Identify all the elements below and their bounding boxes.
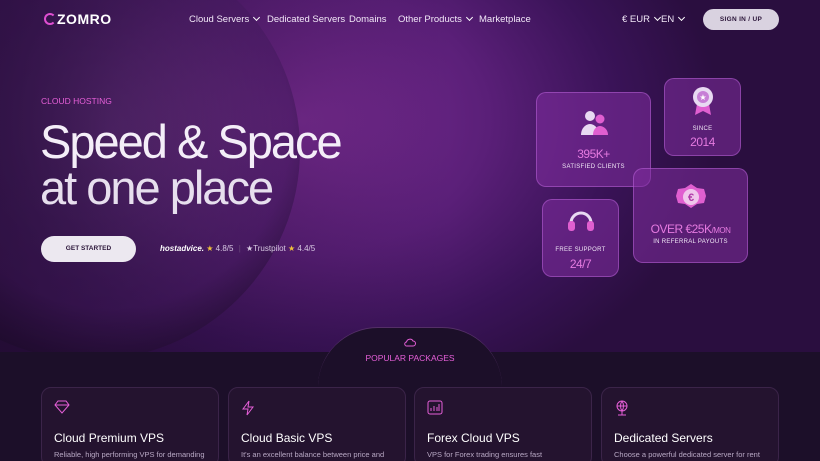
lightning-icon <box>242 400 254 416</box>
divider: | <box>238 244 241 253</box>
package-title: Forex Cloud VPS <box>427 431 520 445</box>
hero-eyebrow: CLOUD HOSTING <box>41 96 112 106</box>
chevron-down-icon <box>678 13 686 22</box>
headset-icon <box>567 211 594 231</box>
euro-badge-icon: € <box>675 184 706 208</box>
star-icon: ★ <box>206 244 214 253</box>
chevron-down-icon <box>653 13 662 22</box>
cloud-icon <box>404 338 416 347</box>
package-description: VPS for Forex trading ensures fast <box>427 450 543 459</box>
diamond-icon <box>54 400 70 414</box>
sign-in-button[interactable]: SIGN IN / UP <box>703 9 779 30</box>
package-description: Reliable, high performing VPS for demand… <box>54 450 205 459</box>
svg-text:★: ★ <box>699 93 706 102</box>
nav-dedicated-servers[interactable]: Dedicated Servers <box>267 14 345 25</box>
stat-card-support: FREE SUPPORT 24/7 <box>542 199 619 277</box>
svg-text:€: € <box>687 192 693 204</box>
chevron-down-icon <box>465 13 473 22</box>
package-card-dedicated[interactable]: Dedicated Servers Choose a powerful dedi… <box>601 387 779 461</box>
chevron-down-icon <box>253 13 261 22</box>
currency-selector[interactable]: € EUR <box>622 13 662 25</box>
package-description: It's an excellent balance between price … <box>241 450 385 459</box>
popular-packages-heading: POPULAR PACKAGES <box>365 353 455 363</box>
hostadvice-logo: hostadvice. <box>160 244 205 253</box>
logo[interactable]: ZOMRO <box>44 11 112 27</box>
package-card-cloud-basic[interactable]: Cloud Basic VPS It's an excellent balanc… <box>228 387 406 461</box>
nav-cloud-servers[interactable]: Cloud Servers <box>189 13 261 25</box>
ratings: hostadvice. ★ 4.8/5 | ★Trustpilot ★ 4.4/… <box>160 244 316 253</box>
users-icon <box>580 111 608 135</box>
package-card-forex[interactable]: Forex Cloud VPS VPS for Forex trading en… <box>414 387 592 461</box>
nav-domains[interactable]: Domains <box>349 14 387 25</box>
chart-icon <box>427 400 443 415</box>
stat-card-payouts: € OVER €25K/MON IN REFERRAL PAYOUTS <box>633 168 748 263</box>
stat-card-since: ★ SINCE 2014 <box>664 78 741 156</box>
award-icon: ★ <box>692 87 713 115</box>
star-icon: ★ <box>288 244 296 253</box>
hero-title-line2: at one place <box>40 161 274 214</box>
package-title: Cloud Basic VPS <box>241 431 333 445</box>
package-title: Dedicated Servers <box>614 431 713 445</box>
language-selector[interactable]: EN <box>661 13 686 25</box>
globe-icon <box>616 400 628 416</box>
logo-icon <box>44 13 56 25</box>
nav-other-products[interactable]: Other Products <box>398 13 473 25</box>
package-card-cloud-premium[interactable]: Cloud Premium VPS Reliable, high perform… <box>41 387 219 461</box>
trustpilot-logo: Trustpilot <box>253 244 286 253</box>
nav-marketplace[interactable]: Marketplace <box>479 14 531 25</box>
top-navigation: ZOMRO Cloud Servers Dedicated Servers Do… <box>0 0 820 38</box>
get-started-button[interactable]: GET STARTED <box>41 236 136 262</box>
package-title: Cloud Premium VPS <box>54 431 165 445</box>
package-description: Choose a powerful dedicated server for r… <box>614 450 760 459</box>
